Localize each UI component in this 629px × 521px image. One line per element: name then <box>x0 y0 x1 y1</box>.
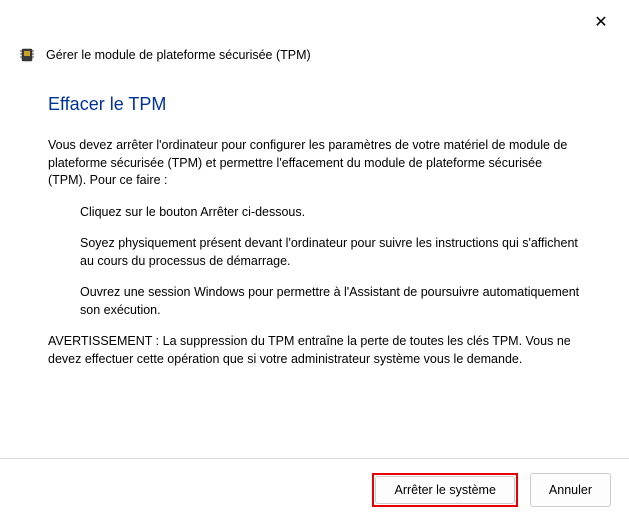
list-item: Cliquez sur le bouton Arrêter ci-dessous… <box>80 204 581 222</box>
shutdown-button[interactable]: Arrêter le système <box>375 476 514 504</box>
titlebar: ✕ <box>0 0 629 38</box>
cancel-button[interactable]: Annuler <box>530 473 611 507</box>
highlighted-primary-action: Arrêter le système <box>372 473 517 507</box>
dialog-footer: Arrêter le système Annuler <box>0 458 629 521</box>
close-icon: ✕ <box>594 12 607 32</box>
content-heading: Effacer le TPM <box>48 94 581 115</box>
intro-text: Vous devez arrêter l'ordinateur pour con… <box>48 137 581 190</box>
dialog-header: Gérer le module de plateforme sécurisée … <box>0 38 629 76</box>
dialog-content: Effacer le TPM Vous devez arrêter l'ordi… <box>0 76 629 458</box>
steps-list: Cliquez sur le bouton Arrêter ci-dessous… <box>48 204 581 320</box>
dialog-title: Gérer le module de plateforme sécurisée … <box>46 48 311 62</box>
warning-text: AVERTISSEMENT : La suppression du TPM en… <box>48 333 581 368</box>
close-button[interactable]: ✕ <box>585 8 617 36</box>
list-item: Soyez physiquement présent devant l'ordi… <box>80 235 581 270</box>
dialog-window: ✕ Gérer le module de plateforme sécurisé… <box>0 0 629 521</box>
tpm-chip-icon <box>20 46 36 64</box>
list-item: Ouvrez une session Windows pour permettr… <box>80 284 581 319</box>
